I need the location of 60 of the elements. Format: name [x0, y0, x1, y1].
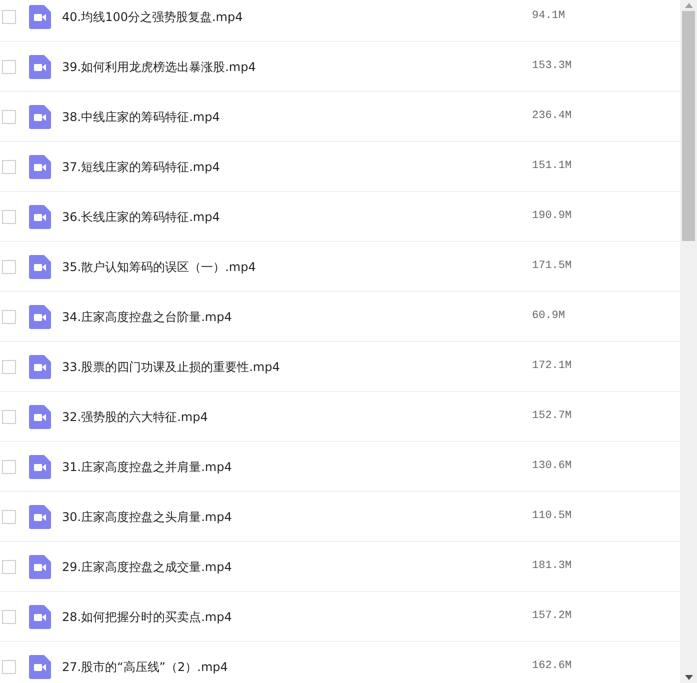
scrollbar-thumb[interactable] — [682, 11, 695, 241]
file-name[interactable]: 31.庄家高度控盘之并肩量.mp4 — [62, 458, 522, 476]
video-file-icon — [29, 404, 51, 428]
checkbox[interactable] — [2, 560, 16, 574]
file-name[interactable]: 28.如何把握分时的买卖点.mp4 — [62, 608, 522, 626]
file-name[interactable]: 27.股市的“高压线”（2）.mp4 — [62, 658, 522, 676]
scroll-down-arrow-icon[interactable] — [684, 675, 692, 680]
video-file-icon — [29, 4, 51, 28]
video-file-icon — [29, 54, 51, 78]
file-name[interactable]: 32.强势股的六大特征.mp4 — [62, 408, 522, 426]
file-name[interactable]: 34.庄家高度控盘之台阶量.mp4 — [62, 308, 522, 326]
checkbox[interactable] — [2, 60, 16, 74]
video-file-icon — [29, 254, 51, 278]
file-size: 172.1M — [532, 359, 572, 374]
file-size: 130.6M — [532, 459, 572, 474]
file-name[interactable]: 39.如何利用龙虎榜选出暴涨股.mp4 — [62, 58, 522, 76]
file-size: 236.4M — [532, 109, 572, 124]
video-file-icon — [29, 654, 51, 678]
checkbox[interactable] — [2, 260, 16, 274]
file-size: 190.9M — [532, 209, 572, 224]
checkbox[interactable] — [2, 460, 16, 474]
file-size: 94.1M — [532, 9, 566, 24]
video-file-icon — [29, 504, 51, 528]
file-size: 151.1M — [532, 159, 572, 174]
checkbox[interactable] — [2, 110, 16, 124]
file-size: 60.9M — [532, 309, 566, 324]
video-file-icon — [29, 304, 51, 328]
file-name[interactable]: 37.短线庄家的筹码特征.mp4 — [62, 158, 522, 176]
video-file-icon — [29, 154, 51, 178]
checkbox[interactable] — [2, 160, 16, 174]
file-size: 110.5M — [532, 509, 572, 524]
scroll-up-arrow-icon[interactable] — [684, 3, 692, 8]
file-size: 152.7M — [532, 409, 572, 424]
checkbox[interactable] — [2, 610, 16, 624]
file-size: 171.5M — [532, 259, 572, 274]
checkbox[interactable] — [2, 10, 16, 24]
checkbox[interactable] — [2, 410, 16, 424]
file-name[interactable]: 38.中线庄家的筹码特征.mp4 — [62, 108, 522, 126]
file-name[interactable]: 36.长线庄家的筹码特征.mp4 — [62, 208, 522, 226]
video-file-icon — [29, 104, 51, 128]
video-file-icon — [29, 454, 51, 478]
video-file-icon — [29, 204, 51, 228]
video-file-icon — [29, 354, 51, 378]
file-size: 153.3M — [532, 59, 572, 74]
file-name[interactable]: 33.股票的四门功课及止损的重要性.mp4 — [62, 358, 522, 376]
checkbox[interactable] — [2, 210, 16, 224]
video-file-icon — [29, 604, 51, 628]
file-size: 157.2M — [532, 609, 572, 624]
checkbox[interactable] — [2, 310, 16, 324]
file-size: 162.6M — [532, 659, 572, 674]
file-name[interactable]: 35.散户认知筹码的误区（一）.mp4 — [62, 258, 522, 276]
file-name[interactable]: 29.庄家高度控盘之成交量.mp4 — [62, 558, 522, 576]
checkbox[interactable] — [2, 660, 16, 674]
file-name[interactable]: 30.庄家高度控盘之头肩量.mp4 — [62, 508, 522, 526]
file-name[interactable]: 40.均线100分之强势股复盘.mp4 — [62, 8, 522, 26]
checkbox[interactable] — [2, 360, 16, 374]
file-size: 181.3M — [532, 559, 572, 574]
scrollbar[interactable] — [680, 0, 697, 683]
video-file-icon — [29, 554, 51, 578]
checkbox[interactable] — [2, 510, 16, 524]
